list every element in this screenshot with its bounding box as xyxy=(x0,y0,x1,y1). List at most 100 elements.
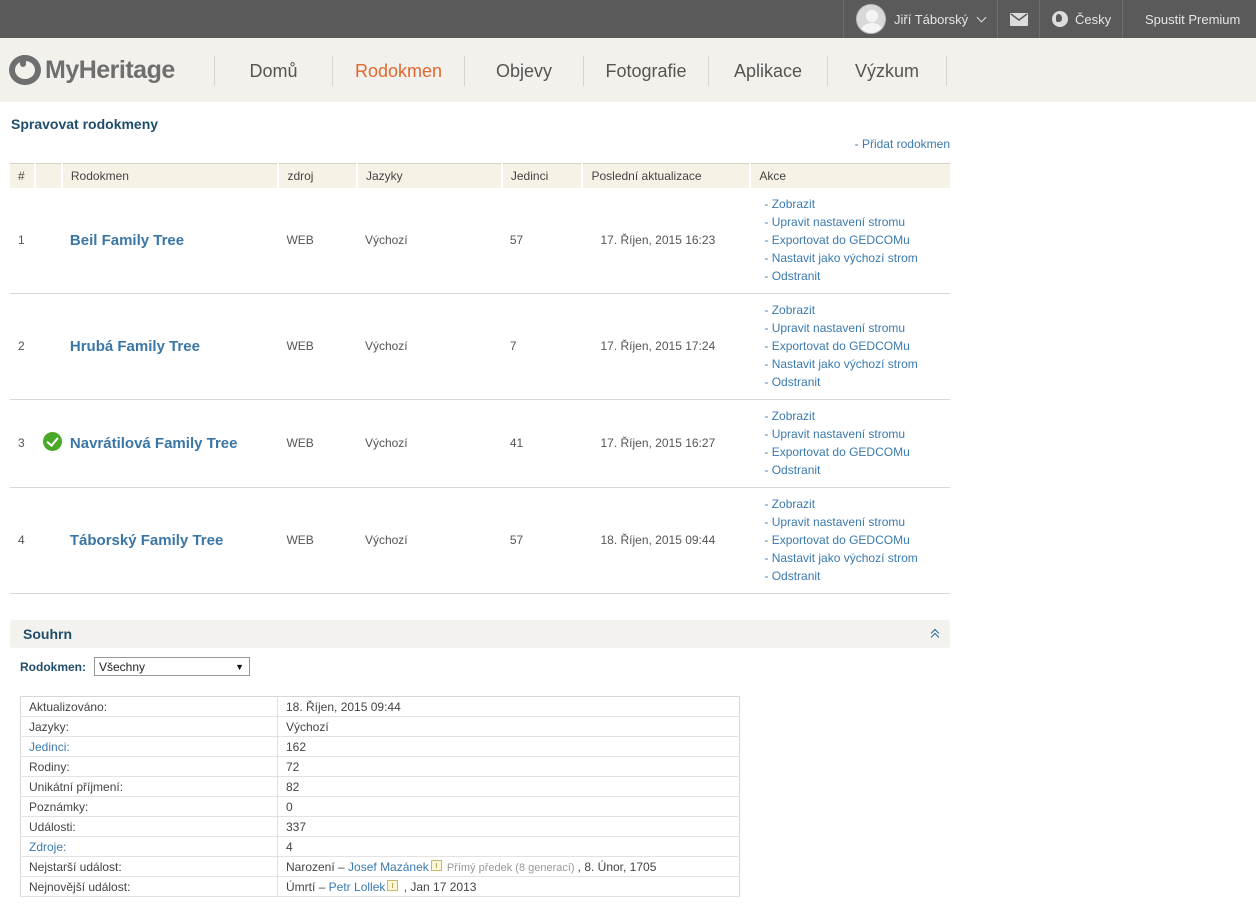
column-header: Poslední aktualizace xyxy=(582,163,752,188)
summary-header: Souhrn xyxy=(10,620,950,648)
logo[interactable]: MyHeritage xyxy=(9,55,175,85)
action-delete[interactable]: - Odstranit xyxy=(764,267,950,285)
tree-filter: Rodokmen: Všechny ▼ xyxy=(20,657,250,676)
tree-language: Výchozí xyxy=(356,187,502,294)
table-header: # Rodokmen zdroj Jazyky Jedinci Poslední… xyxy=(10,163,950,188)
stat-label-link[interactable]: Jedinci: xyxy=(20,736,278,757)
stats-row: Zdroje: 4 xyxy=(20,836,740,857)
stats-row: Aktualizováno: 18. Říjen, 2015 09:44 xyxy=(20,696,740,717)
tree-filter-select[interactable]: Všechny ▼ xyxy=(94,657,250,676)
column-header: # xyxy=(10,163,36,188)
top-bar: Jiří Táborský Česky Spustit Premium xyxy=(0,0,1256,38)
tree-name-link[interactable]: Navrátilová Family Tree xyxy=(70,435,238,452)
action-edit-settings[interactable]: - Upravit nastavení stromu xyxy=(764,513,950,531)
event-date: , 8. Únor, 1705 xyxy=(577,859,657,874)
tree-updated: 18. Říjen, 2015 09:44 xyxy=(582,487,751,594)
action-export-gedcom[interactable]: - Exportovat do GEDCOMu xyxy=(764,443,950,461)
tree-name-cell: Hrubá Family Tree xyxy=(61,293,279,400)
person-link[interactable]: Petr Lollek xyxy=(329,880,386,894)
action-set-default[interactable]: - Nastavit jako výchozí strom xyxy=(764,549,950,567)
action-view[interactable]: - Zobrazit xyxy=(764,195,950,213)
nav-item-domu[interactable]: Domů xyxy=(214,56,332,86)
tree-filter-value: Všechny xyxy=(99,659,146,674)
event-type: Úmrtí – xyxy=(286,879,329,894)
collapse-icon[interactable] xyxy=(930,628,940,640)
row-number: 3 xyxy=(10,399,35,488)
action-edit-settings[interactable]: - Upravit nastavení stromu xyxy=(764,213,950,231)
nav-item-vyzkum[interactable]: Výzkum xyxy=(827,56,946,86)
inbox-button[interactable] xyxy=(997,0,1039,38)
add-tree-link[interactable]: - Přidat rodokmen xyxy=(855,137,950,151)
default-marker-cell xyxy=(34,487,62,594)
stat-value: 18. Říjen, 2015 09:44 xyxy=(277,696,740,717)
stat-label: Události: xyxy=(20,816,278,837)
column-header: Jazyky xyxy=(356,163,503,188)
tree-updated: 17. Říjen, 2015 17:24 xyxy=(582,293,751,400)
table-row: 2 Hrubá Family Tree WEB Výchozí 7 17. Ří… xyxy=(10,293,950,400)
action-delete[interactable]: - Odstranit xyxy=(764,567,950,585)
stats-row: Poznámky: 0 xyxy=(20,796,740,817)
tree-updated: 17. Říjen, 2015 16:27 xyxy=(582,399,751,488)
dropdown-arrow-icon: ▼ xyxy=(235,661,244,672)
stats-row: Nejnovější událost: Úmrtí – Petr Lollek … xyxy=(20,876,740,897)
language-label: Česky xyxy=(1075,11,1112,27)
action-view[interactable]: - Zobrazit xyxy=(764,301,950,319)
summary-title: Souhrn xyxy=(23,626,72,642)
tree-language: Výchozí xyxy=(356,293,502,400)
relationship-icon[interactable] xyxy=(430,859,442,871)
event-date: , Jan 17 2013 xyxy=(400,879,477,894)
user-menu[interactable]: Jiří Táborský xyxy=(843,0,997,38)
action-export-gedcom[interactable]: - Exportovat do GEDCOMu xyxy=(764,231,950,249)
default-marker-cell xyxy=(34,399,62,488)
default-marker-cell xyxy=(34,293,62,400)
stat-value: 72 xyxy=(277,756,740,777)
tree-updated: 17. Říjen, 2015 16:23 xyxy=(582,187,751,294)
premium-link[interactable]: Spustit Premium xyxy=(1122,0,1256,38)
action-edit-settings[interactable]: - Upravit nastavení stromu xyxy=(764,425,950,443)
stat-label-link[interactable]: Zdroje: xyxy=(20,836,278,857)
mail-icon xyxy=(1009,12,1028,26)
action-delete[interactable]: - Odstranit xyxy=(764,373,950,391)
tree-name-link[interactable]: Táborský Family Tree xyxy=(70,532,223,549)
action-view[interactable]: - Zobrazit xyxy=(764,407,950,425)
stats-row: Unikátní příjmení: 82 xyxy=(20,776,740,797)
nav-item-aplikace[interactable]: Aplikace xyxy=(708,56,827,86)
tree-name-cell: Táborský Family Tree xyxy=(61,487,279,594)
column-header: zdroj xyxy=(278,163,358,188)
nav-item-objevy[interactable]: Objevy xyxy=(464,56,583,86)
logo-text: MyHeritage xyxy=(45,55,175,84)
stat-label: Aktualizováno: xyxy=(20,696,278,717)
relationship-icon[interactable] xyxy=(387,879,399,891)
tree-name-link[interactable]: Hrubá Family Tree xyxy=(70,338,200,355)
language-selector[interactable]: Česky xyxy=(1039,0,1122,38)
column-header: Akce xyxy=(750,163,950,188)
action-set-default[interactable]: - Nastavit jako výchozí strom xyxy=(764,249,950,267)
tree-language: Výchozí xyxy=(356,399,502,488)
action-view[interactable]: - Zobrazit xyxy=(764,495,950,513)
column-header: Rodokmen xyxy=(61,163,280,188)
table-row: 4 Táborský Family Tree WEB Výchozí 57 18… xyxy=(10,487,950,594)
tree-source: WEB xyxy=(278,399,357,488)
stat-value: 0 xyxy=(277,796,740,817)
avatar xyxy=(856,4,886,34)
tree-source: WEB xyxy=(278,293,357,400)
tree-people-count: 7 xyxy=(501,293,583,400)
stat-label: Jazyky: xyxy=(20,716,278,737)
person-link[interactable]: Josef Mazánek xyxy=(348,860,429,874)
action-edit-settings[interactable]: - Upravit nastavení stromu xyxy=(764,319,950,337)
nav-item-fotografie[interactable]: Fotografie xyxy=(583,56,708,86)
tree-name-link[interactable]: Beil Family Tree xyxy=(70,232,184,249)
nav-item-rodokmen[interactable]: Rodokmen xyxy=(332,56,464,86)
summary-stats-table: Aktualizováno: 18. Říjen, 2015 09:44 Jaz… xyxy=(20,696,740,897)
oldest-event-value: Narození – Josef Mazánek Přímý předek (8… xyxy=(277,856,740,877)
action-export-gedcom[interactable]: - Exportovat do GEDCOMu xyxy=(764,531,950,549)
stats-row: Jazyky: Výchozí xyxy=(20,716,740,737)
stats-row: Rodiny: 72 xyxy=(20,756,740,777)
tree-people-count: 57 xyxy=(501,187,583,294)
newest-event-value: Úmrtí – Petr Lollek , Jan 17 2013 xyxy=(277,876,740,897)
action-delete[interactable]: - Odstranit xyxy=(764,461,950,479)
action-export-gedcom[interactable]: - Exportovat do GEDCOMu xyxy=(764,337,950,355)
stat-label: Rodiny: xyxy=(20,756,278,777)
relationship-text: Přímý předek (8 generací) xyxy=(443,861,578,874)
action-set-default[interactable]: - Nastavit jako výchozí strom xyxy=(764,355,950,373)
